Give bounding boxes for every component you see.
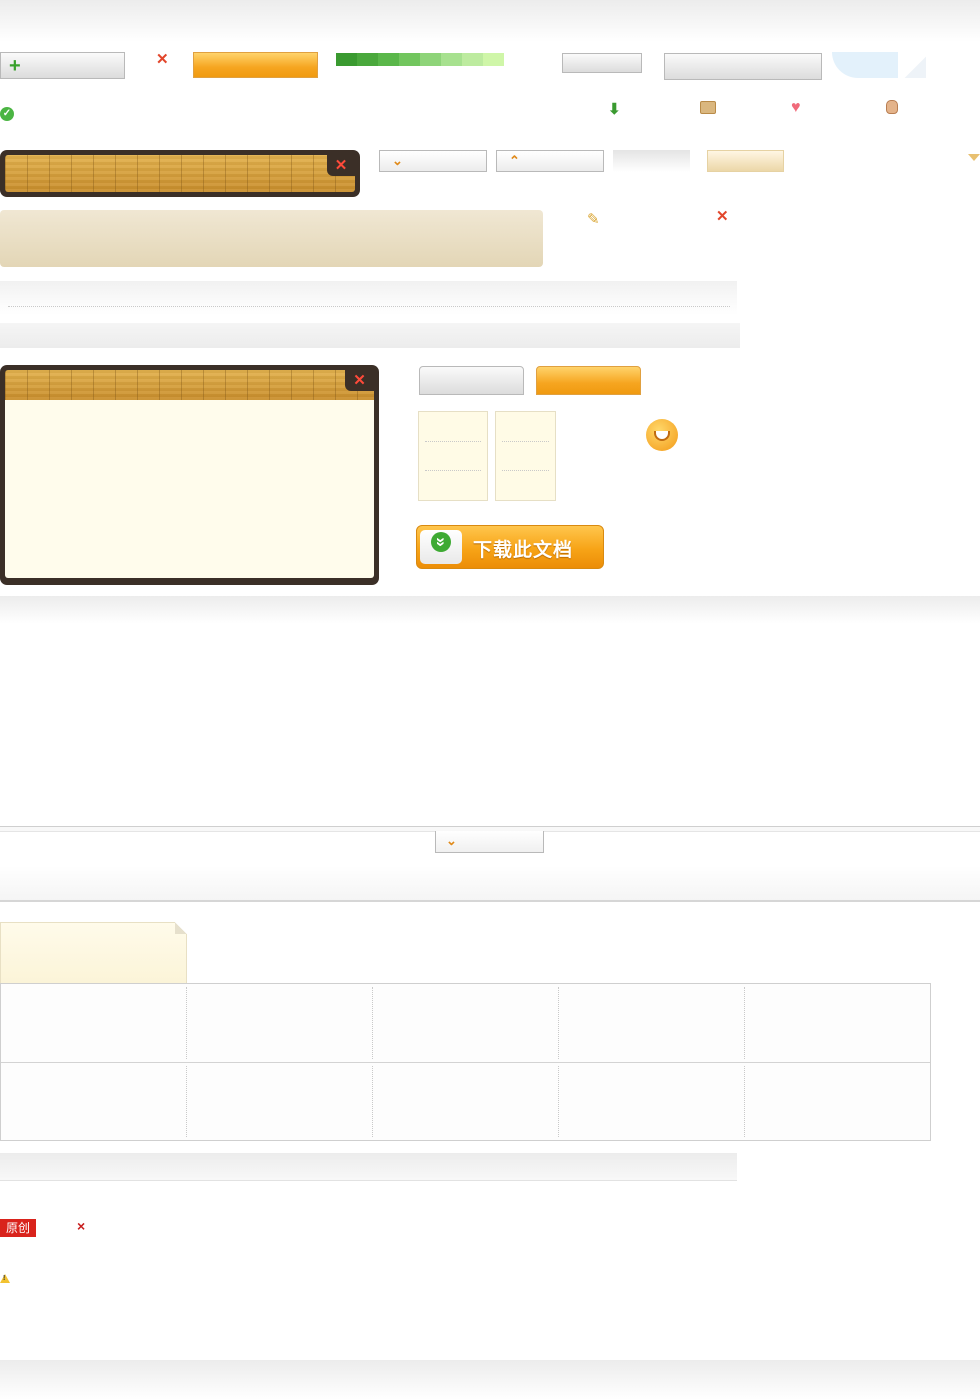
folder-icon[interactable] (700, 101, 716, 114)
orange-button[interactable] (193, 52, 318, 78)
original-badge: 原创 (0, 1219, 36, 1237)
top-gradient (0, 0, 980, 42)
wood-titlebar-frame (0, 150, 360, 197)
close-icon[interactable]: ✕ (345, 369, 374, 391)
double-chevron-down-icon: » (431, 532, 451, 552)
table-row (1, 1063, 930, 1140)
gray-button-small[interactable] (562, 53, 642, 73)
check-icon: ✓ (0, 107, 14, 121)
footer-band (0, 1153, 737, 1181)
dotted-divider (8, 306, 730, 307)
note-card (418, 411, 488, 501)
download-button-label: 下载此文档 (473, 540, 574, 561)
light-blue-tab (832, 52, 898, 78)
wood-titlebar (5, 155, 355, 192)
triangle-down-icon[interactable] (968, 154, 980, 161)
note-card (495, 411, 556, 501)
chevron-up-icon: ⌃ (509, 153, 520, 168)
folded-note-tab (0, 922, 187, 984)
dialog-body (5, 400, 374, 578)
heart-icon[interactable]: ♥ (791, 99, 801, 117)
section-bar (0, 866, 980, 902)
page-corner (904, 52, 926, 78)
bottom-shadow (0, 1360, 980, 1400)
gray-button-large[interactable] (664, 53, 822, 80)
download-document-button[interactable]: » 下载此文档 (416, 525, 604, 569)
collapse-button[interactable]: ⌃ (496, 150, 604, 172)
download-button-icon-box: » (420, 530, 462, 564)
chevron-down-icon: ⌄ (392, 153, 403, 168)
small-close-icon[interactable]: × (77, 1218, 85, 1234)
gray-tab[interactable] (613, 150, 690, 172)
warning-mark: ! (3, 1275, 6, 1282)
close-icon[interactable]: ✕ (156, 52, 169, 67)
beige-tab[interactable] (707, 150, 784, 172)
hand-icon[interactable] (886, 100, 898, 114)
section-shadow (0, 596, 980, 624)
add-button[interactable]: + (0, 52, 125, 79)
dialog-titlebar (5, 370, 374, 400)
beige-banner (0, 210, 543, 267)
progress-bar (336, 53, 504, 66)
plus-icon: + (9, 55, 21, 77)
pencil-icon[interactable]: ✎ (587, 210, 600, 228)
tab-orange[interactable] (536, 366, 641, 395)
smiley-icon[interactable] (646, 419, 678, 451)
close-icon[interactable]: ✕ (716, 209, 729, 224)
chevron-down-icon: ⌄ (446, 833, 457, 848)
tab-gray[interactable] (419, 366, 524, 395)
section-header-band (0, 281, 737, 315)
gray-strip (0, 323, 740, 348)
close-icon[interactable]: ✕ (327, 154, 355, 176)
dialog-window (0, 365, 379, 585)
table-row (1, 984, 930, 1063)
expand-more-button[interactable]: ⌄ (435, 831, 544, 853)
expand-button[interactable]: ⌄ (379, 150, 487, 172)
grid-table (0, 983, 931, 1141)
download-icon[interactable]: ⬇ (608, 100, 621, 118)
